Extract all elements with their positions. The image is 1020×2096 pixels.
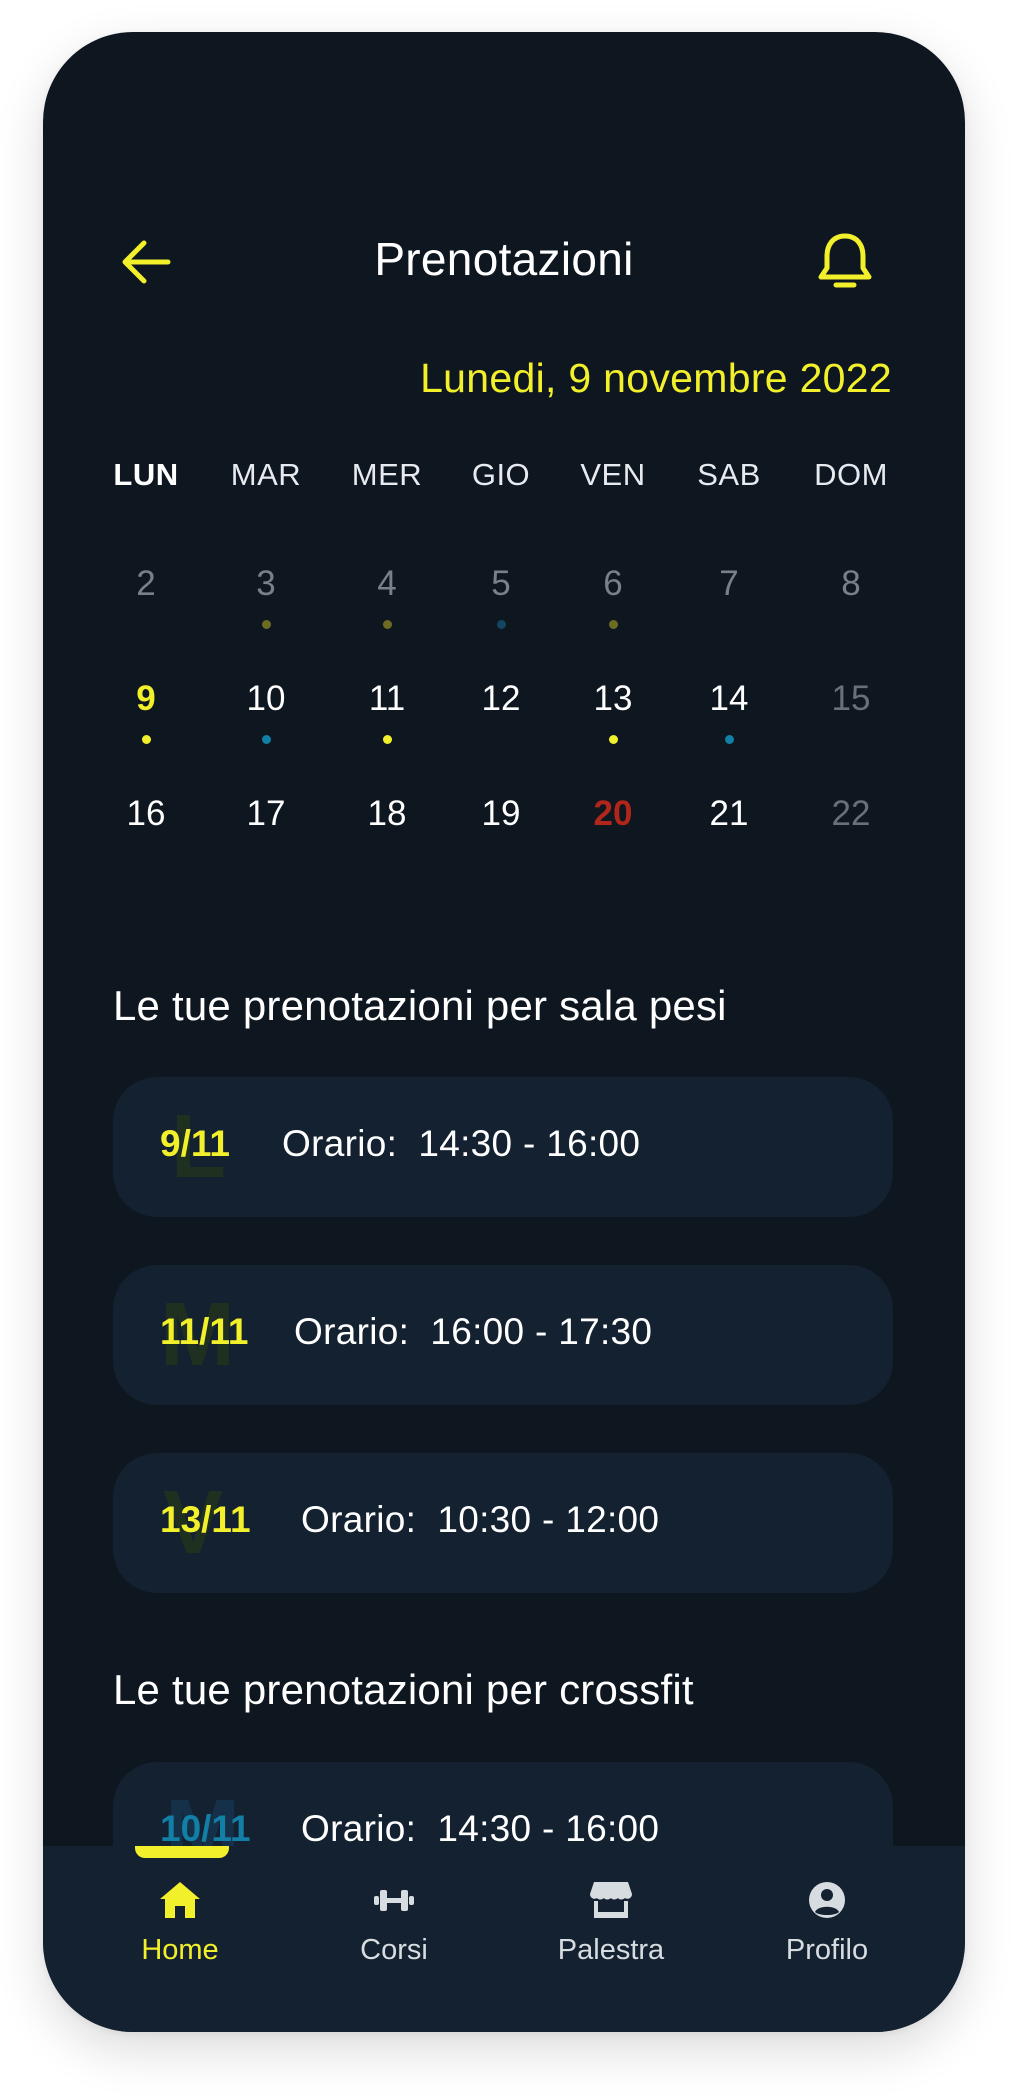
calendar-day[interactable]: 19 <box>451 794 551 864</box>
day-number: 5 <box>491 564 511 603</box>
nav-palestra[interactable]: Palestra <box>531 1880 691 1967</box>
day-number: 20 <box>593 794 633 833</box>
day-number: 18 <box>367 794 407 833</box>
day-number: 12 <box>481 679 521 718</box>
calendar-day[interactable]: 13 <box>563 679 663 749</box>
nav-label: Home <box>141 1934 219 1966</box>
day-number: 7 <box>719 564 739 603</box>
calendar-day[interactable]: 22 <box>801 794 901 864</box>
bottom-nav: Home Corsi Palestra Profilo <box>43 1846 965 2032</box>
day-number: 10 <box>246 679 286 718</box>
day-number: 22 <box>831 794 871 833</box>
notifications-button[interactable] <box>815 230 875 294</box>
booking-dot <box>261 735 271 744</box>
booking-dot <box>382 735 392 744</box>
calendar-day[interactable]: 3 <box>216 564 316 634</box>
day-number: 17 <box>246 794 286 833</box>
day-number: 11 <box>368 679 406 718</box>
booking-dot <box>608 620 618 629</box>
nav-corsi[interactable]: Corsi <box>314 1880 474 1967</box>
booking-time: Orario: 10:30 - 12:00 <box>301 1499 660 1540</box>
nav-profilo[interactable]: Profilo <box>747 1880 907 1967</box>
booking-date: 9/11 <box>160 1123 230 1164</box>
day-number: 9 <box>136 679 156 718</box>
weekday-label: DOM <box>814 457 888 492</box>
calendar-day[interactable]: 2 <box>96 564 196 634</box>
header: Prenotazioni <box>43 212 965 312</box>
calendar-week: 9 10 11 12 13 14 15 <box>43 679 965 744</box>
booking-card[interactable]: L 9/11 Orario: 14:30 - 16:00 <box>113 1077 893 1217</box>
day-number: 19 <box>481 794 521 833</box>
bell-icon <box>818 233 872 288</box>
calendar-day[interactable]: 15 <box>801 679 901 749</box>
section-title-crossfit: Le tue prenotazioni per crossfit <box>113 1666 694 1713</box>
section-title-sala-pesi: Le tue prenotazioni per sala pesi <box>113 982 727 1029</box>
nav-label: Corsi <box>360 1934 428 1966</box>
calendar-day[interactable]: 21 <box>679 794 779 864</box>
calendar-day[interactable]: 10 <box>216 679 316 749</box>
booking-date: 11/11 <box>160 1311 249 1352</box>
selected-date: Lunedi, 9 novembre 2022 <box>420 355 892 401</box>
booking-dot <box>261 620 271 629</box>
store-icon <box>590 1882 632 1918</box>
calendar-day[interactable]: 17 <box>216 794 316 864</box>
booking-dot <box>141 735 151 744</box>
calendar-day-holiday[interactable]: 20 <box>563 794 663 864</box>
nav-label: Profilo <box>785 1934 869 1966</box>
active-tab-indicator <box>135 1846 229 1858</box>
user-circle-icon <box>809 1882 845 1918</box>
booking-date: 13/11 <box>160 1499 251 1540</box>
booking-time: Orario: 14:30 - 16:00 <box>301 1808 660 1849</box>
calendar-day[interactable]: 18 <box>337 794 437 864</box>
phone-screen: Prenotazioni Lunedi, 9 novembre 2022 LUN… <box>43 32 965 2032</box>
day-number: 6 <box>603 564 623 603</box>
day-number: 14 <box>709 679 749 718</box>
day-number: 21 <box>709 794 749 833</box>
booking-date: 10/11 <box>160 1808 251 1849</box>
booking-time: Orario: 14:30 - 16:00 <box>282 1123 641 1164</box>
booking-time: Orario: 16:00 - 17:30 <box>294 1311 653 1352</box>
calendar-day[interactable]: 14 <box>679 679 779 749</box>
weekday-header: LUN MAR MER GIO VEN SAB DOM <box>43 457 965 517</box>
weekday-label: MAR <box>230 457 302 492</box>
weekday-label: MER <box>351 457 423 492</box>
calendar-day[interactable]: 7 <box>679 564 779 634</box>
weekday-label: LUN <box>113 457 179 492</box>
calendar-day[interactable]: 11 <box>337 679 437 749</box>
booking-card[interactable]: V 13/11 Orario: 10:30 - 12:00 <box>113 1453 893 1593</box>
calendar-day[interactable]: 12 <box>451 679 551 749</box>
day-number: 2 <box>136 564 156 603</box>
booking-dot <box>496 620 506 629</box>
calendar-week: 16 17 18 19 20 21 22 <box>43 794 965 854</box>
calendar-week: 2 3 4 5 6 7 8 <box>43 564 965 629</box>
day-number: 16 <box>126 794 166 833</box>
calendar-day[interactable]: 4 <box>337 564 437 634</box>
booking-card[interactable]: M 11/11 Orario: 16:00 - 17:30 <box>113 1265 893 1405</box>
day-number: 3 <box>256 564 276 603</box>
nav-label: Palestra <box>557 1934 665 1966</box>
weekday-label: SAB <box>697 457 761 492</box>
booking-dot <box>724 735 734 744</box>
day-number: 15 <box>831 679 871 718</box>
calendar-day[interactable]: 8 <box>801 564 901 634</box>
weekday-label: VEN <box>580 457 646 492</box>
calendar-day-selected[interactable]: 9 <box>96 679 196 749</box>
calendar-day[interactable]: 16 <box>96 794 196 864</box>
booking-dot <box>608 735 618 744</box>
dumbbell-icon <box>374 1890 414 1911</box>
nav-home[interactable]: Home <box>100 1880 260 1967</box>
day-number: 4 <box>377 564 397 603</box>
weekday-label: GIO <box>471 457 531 492</box>
home-icon <box>160 1882 200 1918</box>
booking-dot <box>382 620 392 629</box>
day-number: 8 <box>841 564 861 603</box>
calendar-day[interactable]: 5 <box>451 564 551 634</box>
calendar-day[interactable]: 6 <box>563 564 663 634</box>
day-number: 13 <box>593 679 633 718</box>
